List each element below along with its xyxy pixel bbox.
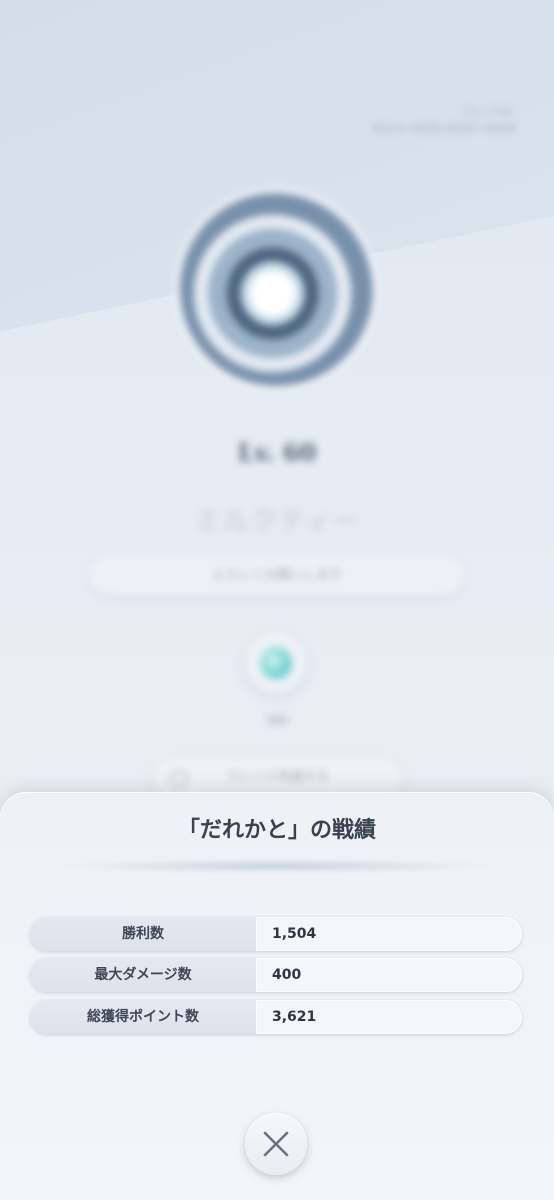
planet-button — [245, 632, 307, 694]
avatar — [180, 193, 373, 386]
stat-value: 400 — [272, 967, 302, 983]
close-x-icon — [263, 1131, 289, 1157]
stat-row-max-damage: 最大ダメージ数 400 — [30, 958, 522, 992]
search-icon — [170, 770, 188, 788]
stat-label: 最大ダメージ数 — [30, 958, 257, 992]
stat-row-total-points: 総獲得ポイント数 3,621 — [30, 1000, 522, 1034]
stats-sheet-title: 「だれかと」の戦績 — [177, 818, 376, 843]
close-button[interactable] — [245, 1113, 307, 1175]
friend-id-label: フレンドID — [461, 107, 512, 118]
greeting-message: よろしくお願いします — [90, 557, 464, 595]
stat-label: 総獲得ポイント数 — [30, 1000, 257, 1034]
stat-label: 勝利数 — [30, 917, 257, 951]
stat-value: 3,621 — [272, 1009, 317, 1025]
friend-id-value: 0213-4035-8297-4449 — [373, 122, 516, 135]
title-divider — [60, 858, 494, 874]
planet-label: 地球 — [267, 716, 287, 727]
player-name: ミルクティー — [193, 505, 361, 538]
stat-row-wins: 勝利数 1,504 — [30, 917, 522, 951]
planet-icon — [260, 647, 292, 679]
stat-value: 1,504 — [272, 926, 317, 942]
friend-request-label: フレンド申請する — [224, 770, 329, 785]
player-level: Lv. 60 — [237, 438, 317, 467]
